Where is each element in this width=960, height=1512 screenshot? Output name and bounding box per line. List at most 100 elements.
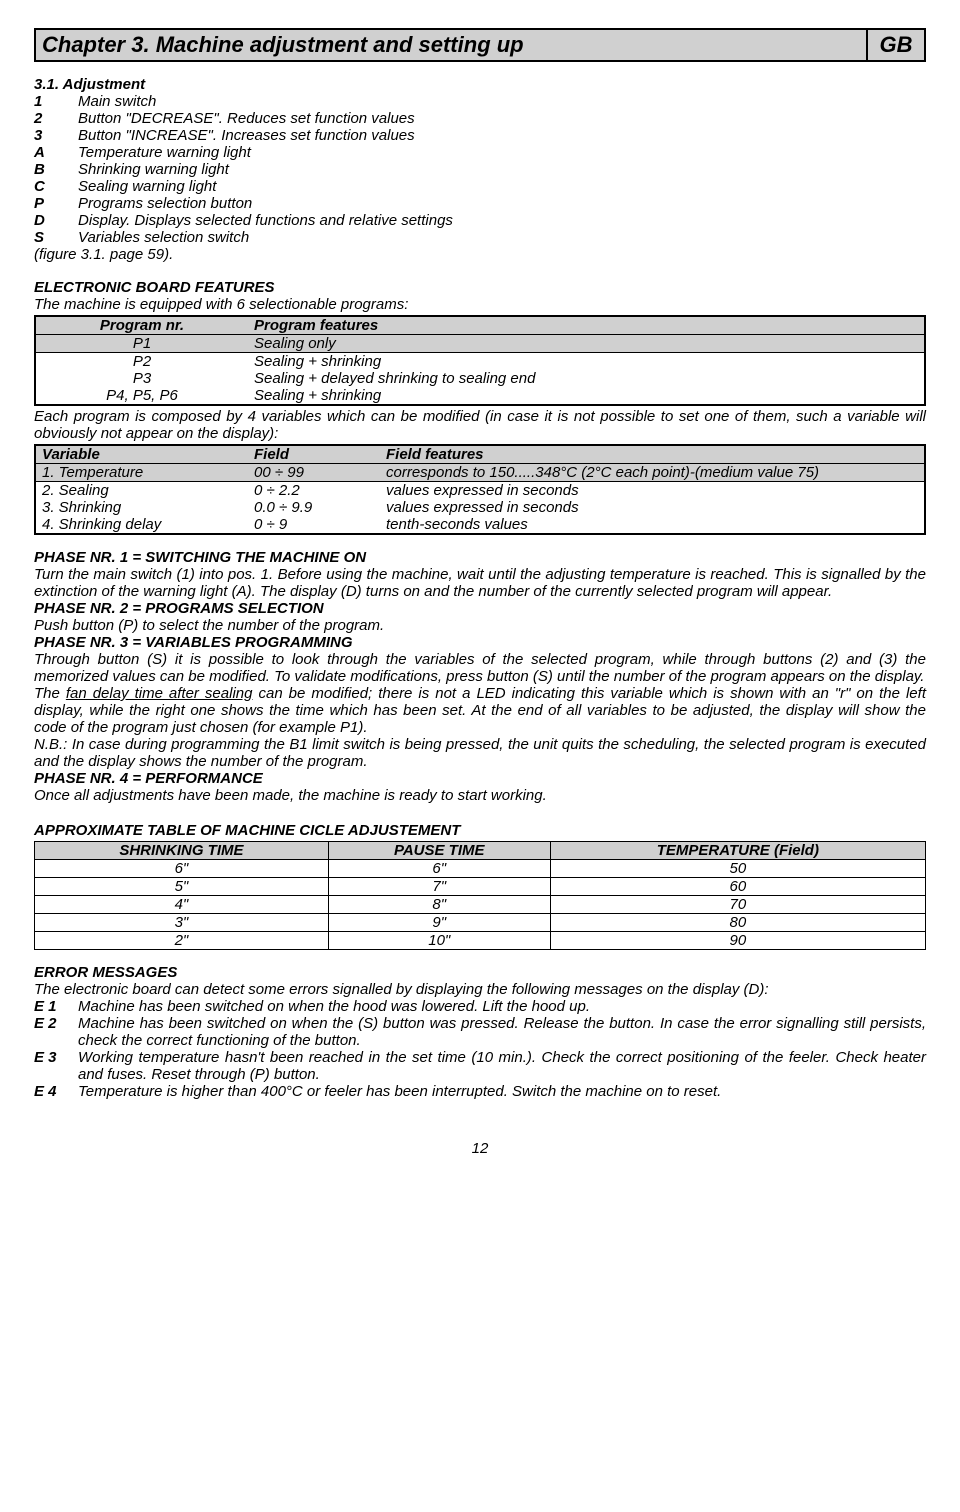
- adjustment-item: SVariables selection switch: [34, 229, 926, 246]
- adjustment-text: Shrinking warning light: [78, 161, 229, 178]
- cycle-h-shrink: SHRINKING TIME: [35, 842, 329, 860]
- var-header-variable: Variable: [35, 445, 248, 464]
- section-heading-adjustment: 3.1. Adjustment: [34, 76, 926, 93]
- program-nr: P1: [35, 335, 248, 353]
- adjustment-item: BShrinking warning light: [34, 161, 926, 178]
- language-badge: GB: [868, 30, 924, 60]
- var-field: 0.0 ÷ 9.9: [248, 499, 380, 516]
- error-item: E 1Machine has been switched on when the…: [34, 998, 926, 1015]
- adjustment-text: Display. Displays selected functions and…: [78, 212, 453, 229]
- cycle-cell: 6": [35, 860, 329, 878]
- program-nr: P4, P5, P6: [35, 387, 248, 405]
- error-item: E 3Working temperature hasn't been reach…: [34, 1049, 926, 1083]
- adjustment-text: Programs selection button: [78, 195, 252, 212]
- error-code: E 1: [34, 998, 78, 1015]
- heading-electronic-board-features: ELECTRONIC BOARD FEATURES: [34, 279, 926, 296]
- page-number: 12: [34, 1140, 926, 1157]
- figure-reference: (figure 3.1. page 59).: [34, 246, 926, 263]
- var-header-features: Field features: [380, 445, 925, 464]
- table-row: 4. Shrinking delay0 ÷ 9tenth-seconds val…: [35, 516, 925, 534]
- adjustment-list: 1Main switch2Button "DECREASE". Reduces …: [34, 93, 926, 246]
- adjustment-item: CSealing warning light: [34, 178, 926, 195]
- adjustment-key: 3: [34, 127, 78, 144]
- phase-3-text-2a: The: [34, 685, 66, 702]
- error-list: E 1Machine has been switched on when the…: [34, 998, 926, 1100]
- var-desc: values expressed in seconds: [380, 482, 925, 500]
- ebf-note: Each program is composed by 4 variables …: [34, 408, 926, 442]
- cycle-cell: 50: [550, 860, 925, 878]
- var-name: 3. Shrinking: [35, 499, 248, 516]
- table-row: P4, P5, P6Sealing + shrinking: [35, 387, 925, 405]
- chapter-header: Chapter 3. Machine adjustment and settin…: [34, 28, 926, 62]
- cycle-table: SHRINKING TIME PAUSE TIME TEMPERATURE (F…: [34, 841, 926, 950]
- error-messages-heading: ERROR MESSAGES: [34, 964, 926, 981]
- phase-4-text: Once all adjustments have been made, the…: [34, 787, 926, 804]
- error-text: Machine has been switched on when the (S…: [78, 1015, 926, 1049]
- adjustment-key: S: [34, 229, 78, 246]
- ebf-intro: The machine is equipped with 6 selection…: [34, 296, 926, 313]
- program-header-features: Program features: [248, 316, 925, 335]
- error-code: E 4: [34, 1083, 78, 1100]
- adjustment-item: 3Button "INCREASE". Increases set functi…: [34, 127, 926, 144]
- phase-3-nb: N.B.: In case during programming the B1 …: [34, 736, 926, 770]
- program-feature: Sealing + delayed shrinking to sealing e…: [248, 370, 925, 387]
- adjustment-key: D: [34, 212, 78, 229]
- table-row: 3. Shrinking0.0 ÷ 9.9values expressed in…: [35, 499, 925, 516]
- cycle-cell: 5": [35, 878, 329, 896]
- adjustment-key: B: [34, 161, 78, 178]
- adjustment-text: Main switch: [78, 93, 156, 110]
- error-text: Machine has been switched on when the ho…: [78, 998, 926, 1015]
- cycle-cell: 4": [35, 896, 329, 914]
- table-row: P1Sealing only: [35, 335, 925, 353]
- adjustment-key: 1: [34, 93, 78, 110]
- adjustment-key: P: [34, 195, 78, 212]
- program-feature: Sealing + shrinking: [248, 353, 925, 371]
- table-row: 2. Sealing0 ÷ 2.2values expressed in sec…: [35, 482, 925, 500]
- phase-1-text: Turn the main switch (1) into pos. 1. Be…: [34, 566, 926, 600]
- adjustment-text: Button "DECREASE". Reduces set function …: [78, 110, 415, 127]
- adjustment-text: Button "INCREASE". Increases set functio…: [78, 127, 415, 144]
- cycle-table-heading: APPROXIMATE TABLE OF MACHINE CICLE ADJUS…: [34, 822, 926, 839]
- cycle-cell: 10": [328, 932, 550, 950]
- phase-3-heading: PHASE NR. 3 = VARIABLES PROGRAMMING: [34, 634, 926, 651]
- error-text: Temperature is higher than 400°C or feel…: [78, 1083, 926, 1100]
- cycle-cell: 7": [328, 878, 550, 896]
- adjustment-item: PPrograms selection button: [34, 195, 926, 212]
- program-nr: P2: [35, 353, 248, 371]
- phase-4-heading: PHASE NR. 4 = PERFORMANCE: [34, 770, 926, 787]
- variable-table: Variable Field Field features 1. Tempera…: [34, 444, 926, 535]
- table-row: 5"7"60: [35, 878, 926, 896]
- cycle-cell: 70: [550, 896, 925, 914]
- error-text: Working temperature hasn't been reached …: [78, 1049, 926, 1083]
- phase-2-text: Push button (P) to select the number of …: [34, 617, 926, 634]
- error-item: E 4Temperature is higher than 400°C or f…: [34, 1083, 926, 1100]
- program-feature: Sealing + shrinking: [248, 387, 925, 405]
- var-name: 1. Temperature: [35, 464, 248, 482]
- adjustment-text: Temperature warning light: [78, 144, 251, 161]
- error-code: E 3: [34, 1049, 78, 1083]
- cycle-cell: 60: [550, 878, 925, 896]
- adjustment-item: DDisplay. Displays selected functions an…: [34, 212, 926, 229]
- cycle-cell: 2": [35, 932, 329, 950]
- table-row: 6"6"50: [35, 860, 926, 878]
- cycle-cell: 8": [328, 896, 550, 914]
- adjustment-text: Variables selection switch: [78, 229, 249, 246]
- var-field: 0 ÷ 2.2: [248, 482, 380, 500]
- var-name: 4. Shrinking delay: [35, 516, 248, 534]
- table-row: 4"8"70: [35, 896, 926, 914]
- cycle-h-temp: TEMPERATURE (Field): [550, 842, 925, 860]
- adjustment-key: C: [34, 178, 78, 195]
- adjustment-key: A: [34, 144, 78, 161]
- table-row: 2"10"90: [35, 932, 926, 950]
- table-header-row: Program nr. Program features: [35, 316, 925, 335]
- program-header-nr: Program nr.: [35, 316, 248, 335]
- var-header-field: Field: [248, 445, 380, 464]
- table-row: 1. Temperature00 ÷ 99corresponds to 150.…: [35, 464, 925, 482]
- program-feature: Sealing only: [248, 335, 925, 353]
- cycle-cell: 6": [328, 860, 550, 878]
- error-messages-intro: The electronic board can detect some err…: [34, 981, 926, 998]
- table-row: P2Sealing + shrinking: [35, 353, 925, 371]
- var-field: 00 ÷ 99: [248, 464, 380, 482]
- adjustment-item: ATemperature warning light: [34, 144, 926, 161]
- cycle-h-pause: PAUSE TIME: [328, 842, 550, 860]
